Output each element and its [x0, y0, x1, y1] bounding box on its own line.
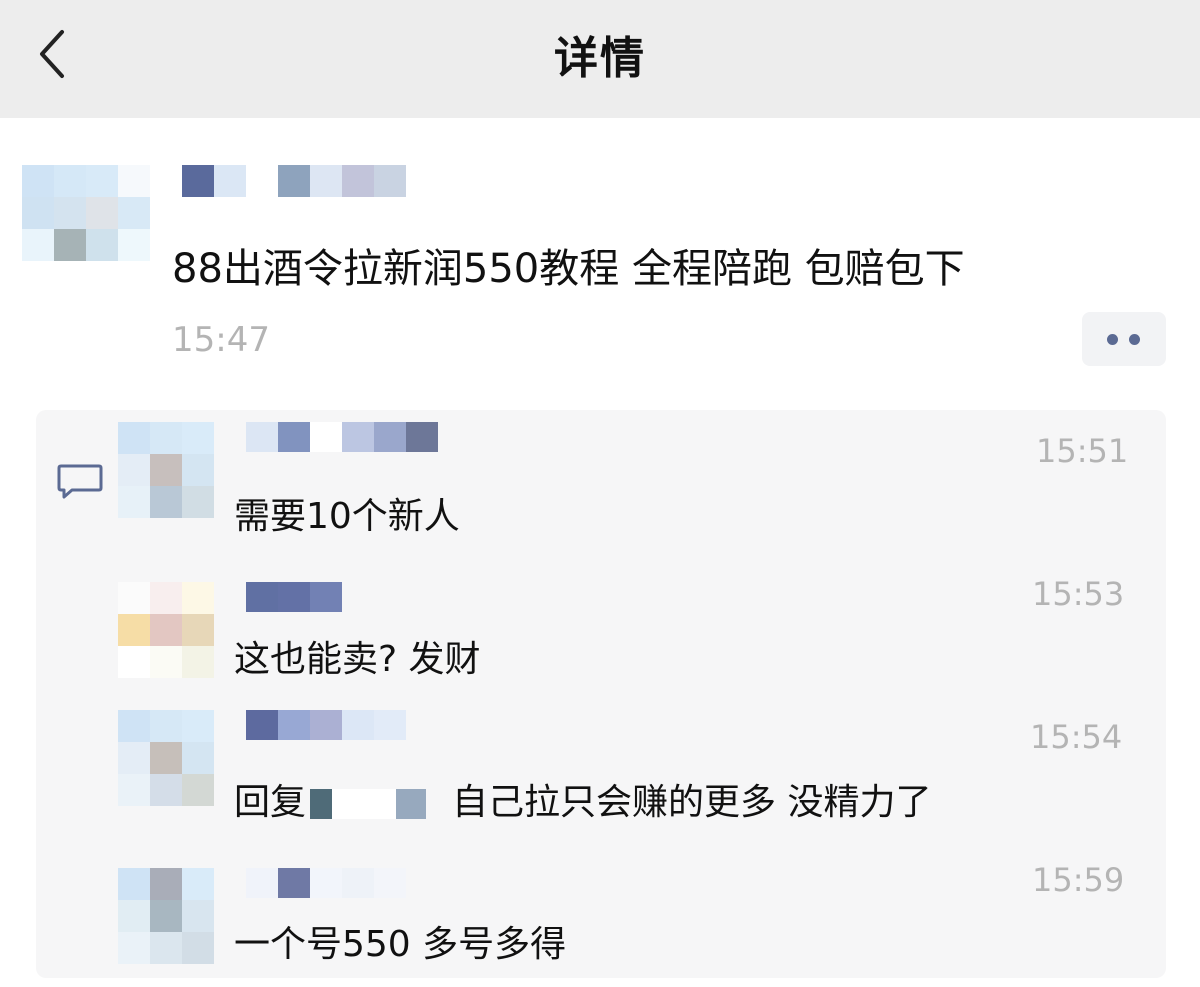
comment-timestamp: 15:53	[1032, 575, 1125, 613]
reply-content: 自己拉只会赚的更多 没精力了	[452, 782, 932, 823]
comment-timestamp: 15:54	[1030, 718, 1123, 756]
post-content: 88出酒令拉新润550教程 全程陪跑 包赔包下	[172, 246, 965, 292]
post-author-avatar[interactable]	[22, 165, 150, 261]
more-button[interactable]	[1082, 312, 1166, 366]
comment-author-name[interactable]	[246, 582, 438, 612]
comment-author-name[interactable]	[246, 868, 438, 898]
comment-bubble-icon	[57, 464, 103, 499]
top-bar: 详情	[0, 0, 1200, 118]
detail-page: 详情 88出酒令拉新润550教程 全程陪跑 包赔包下 15:47 15:51 需…	[0, 0, 1200, 987]
comment-avatar[interactable]	[118, 710, 214, 806]
comment-text: 回复 自己拉只会赚的更多 没精力了	[234, 773, 931, 825]
comment-avatar[interactable]	[118, 868, 214, 964]
post-author-name[interactable]	[182, 165, 412, 197]
more-dots-icon	[1107, 334, 1118, 345]
comment-timestamp: 15:51	[1036, 432, 1129, 470]
comment-text: 这也能卖? 发财	[234, 639, 481, 680]
comment-text: 需要10个新人	[234, 496, 460, 537]
reply-prefix: 回复	[234, 782, 307, 823]
post-timestamp: 15:47	[172, 320, 270, 360]
comment-avatar[interactable]	[118, 422, 214, 518]
comment-timestamp: 15:59	[1032, 861, 1125, 899]
page-title: 详情	[554, 33, 646, 84]
reply-target-name[interactable]	[310, 789, 333, 819]
comment-avatar[interactable]	[118, 582, 214, 678]
comment-text: 一个号550 多号多得	[234, 924, 567, 965]
comment-author-name[interactable]	[246, 710, 438, 740]
comment-author-name[interactable]	[246, 422, 438, 452]
